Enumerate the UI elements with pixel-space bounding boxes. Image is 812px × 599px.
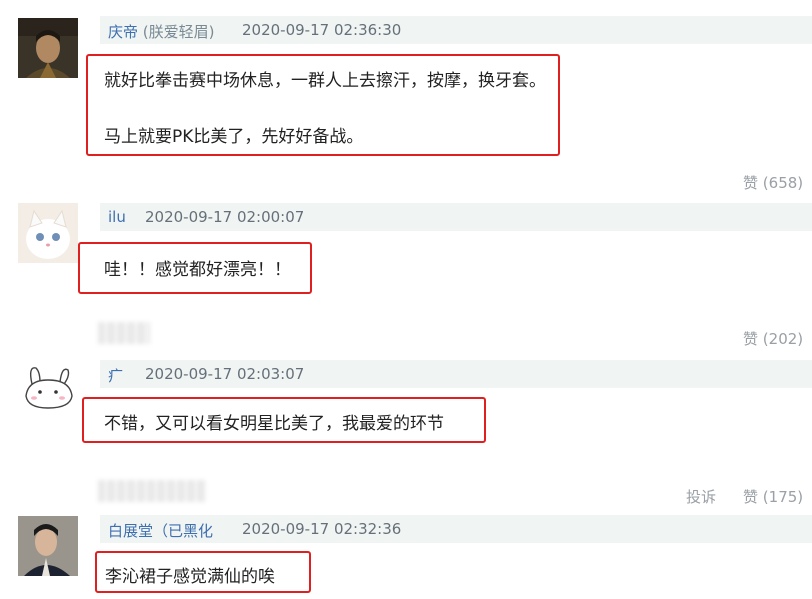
comment-text: 哇！！感觉都好漂亮！！ — [104, 260, 291, 280]
like-count: (202) — [762, 330, 804, 348]
avatar[interactable] — [18, 203, 78, 263]
avatar[interactable] — [18, 516, 78, 576]
avatar-bunny-ok-sticker-icon — [18, 356, 78, 416]
username-link[interactable]: 庆帝 (朕爱轻眉) — [108, 21, 215, 42]
comment-highlight-box: 就好比拳击赛中场休息，一群人上去擦汗，按摩，换牙套。 马上就要PK比美了，先好好… — [86, 54, 560, 156]
avatar[interactable] — [18, 356, 78, 416]
timestamp: 2020-09-17 02:03:07 — [145, 365, 305, 383]
like-button[interactable]: 赞 (202) — [743, 328, 803, 349]
timestamp: 2020-09-17 02:00:07 — [145, 208, 305, 226]
comment-text: 就好比拳击赛中场休息，一群人上去擦汗，按摩，换牙套。 — [104, 71, 546, 91]
username-link[interactable]: 疒 — [108, 365, 123, 386]
avatar-white-cat-icon — [18, 203, 78, 263]
username-link[interactable]: ilu — [108, 208, 126, 226]
like-count: (658) — [762, 174, 804, 192]
comment-text: 李沁裙子感觉满仙的唉 — [105, 567, 275, 587]
like-button[interactable]: 赞 (658) — [743, 172, 803, 193]
comment-meta-bar: 疒 2020-09-17 02:03:07 — [100, 360, 812, 388]
blurred-reply — [98, 322, 150, 344]
like-button[interactable]: 赞 (175) — [743, 486, 803, 507]
blurred-reply — [98, 480, 206, 502]
avatar-man-ancient-costume-icon — [18, 516, 78, 576]
comment-meta-bar: 庆帝 (朕爱轻眉) 2020-09-17 02:36:30 — [100, 16, 812, 44]
comment-meta-bar: 白展堂（已黑化 2020-09-17 02:32:36 — [100, 515, 812, 543]
username-link[interactable]: 白展堂（已黑化 — [108, 520, 213, 541]
like-count: (175) — [762, 488, 804, 506]
comment-meta-bar: ilu 2020-09-17 02:00:07 — [100, 203, 812, 231]
comment-highlight-box: 李沁裙子感觉满仙的唉 — [95, 551, 311, 593]
timestamp: 2020-09-17 02:36:30 — [242, 21, 402, 39]
comment-text: 不错，又可以看女明星比美了，我最爱的环节 — [104, 414, 444, 434]
comment-highlight-box: 哇！！感觉都好漂亮！！ — [78, 242, 312, 294]
comment-text: 马上就要PK比美了，先好好备战。 — [104, 127, 364, 147]
user-tag: (朕爱轻眉) — [142, 23, 215, 41]
timestamp: 2020-09-17 02:32:36 — [242, 520, 402, 538]
avatar-man-costume-icon — [18, 18, 78, 78]
report-button[interactable]: 投诉 — [686, 486, 716, 507]
avatar[interactable] — [18, 18, 78, 78]
comment-highlight-box: 不错，又可以看女明星比美了，我最爱的环节 — [82, 397, 486, 443]
